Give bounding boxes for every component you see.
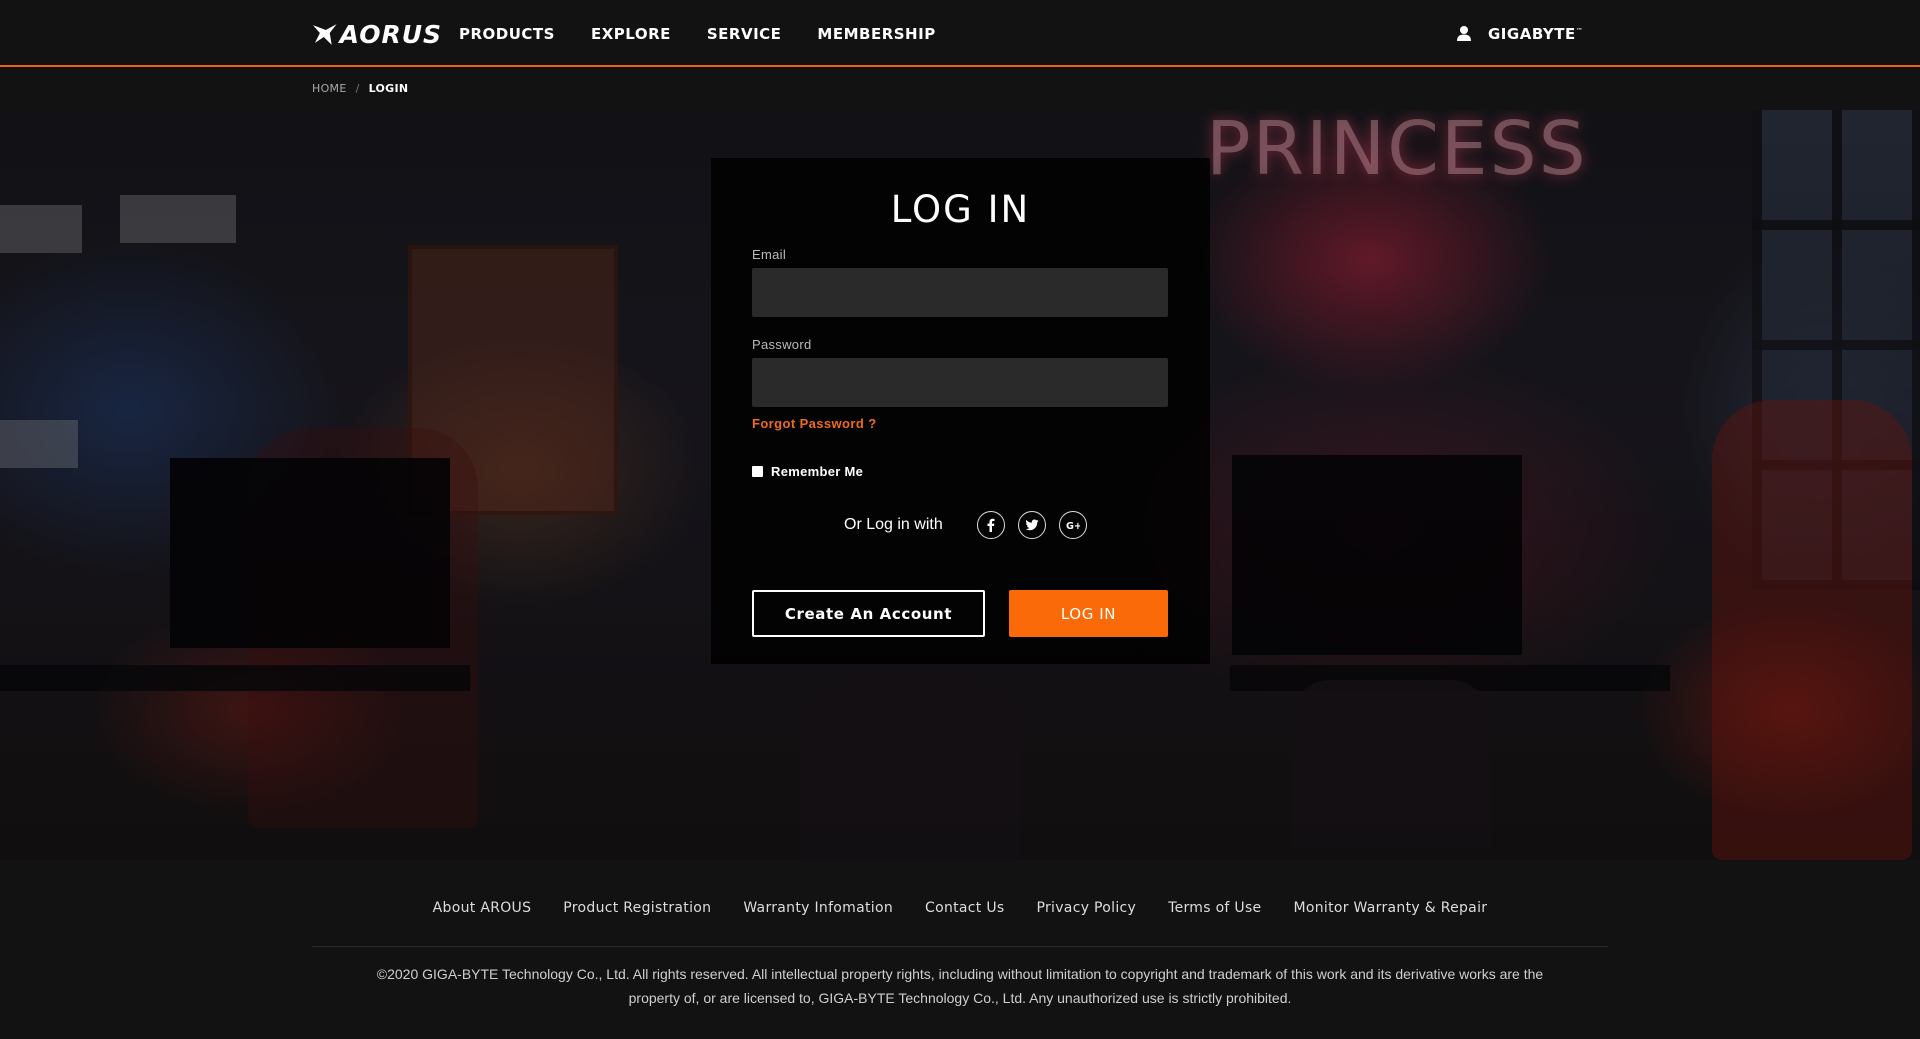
user-icon[interactable] [1456, 25, 1472, 42]
copyright-text: ©2020 GIGA-BYTE Technology Co., Ltd. All… [312, 962, 1608, 1010]
facebook-icon [987, 518, 995, 532]
social-login-label: Or Log in with [844, 516, 943, 533]
footer-link-warranty[interactable]: Warranty Infomation [743, 900, 893, 916]
facebook-login-button[interactable] [976, 511, 1005, 539]
breadcrumb-bar: HOME / LOGIN [0, 67, 1920, 110]
user-area: GIGABYTE™ [1456, 0, 1583, 67]
footer-link-terms[interactable]: Terms of Use [1168, 900, 1261, 916]
site-footer: About AROUS Product Registration Warrant… [0, 860, 1920, 1039]
breadcrumb-current: LOGIN [368, 82, 409, 95]
twitter-login-button[interactable] [1017, 511, 1046, 539]
main-nav: PRODUCTS EXPLORE SERVICE MEMBERSHIP [459, 0, 972, 67]
gigabyte-brand-text: GIGABYTE [1488, 24, 1576, 43]
trademark-mark: ™ [1575, 26, 1584, 35]
social-login: Or Log in with G+ [844, 511, 1100, 539]
copyright-line-1: ©2020 GIGA-BYTE Technology Co., Ltd. All… [376, 966, 1544, 982]
google-plus-login-button[interactable]: G+ [1058, 511, 1087, 539]
site-header: AORUS PRODUCTS EXPLORE SERVICE MEMBERSHI… [0, 0, 1920, 67]
breadcrumb: HOME / LOGIN [312, 82, 408, 95]
aorus-eagle-icon [312, 24, 337, 45]
footer-link-monitor-warranty[interactable]: Monitor Warranty & Repair [1293, 900, 1487, 916]
email-label: Email [752, 247, 787, 262]
footer-link-about[interactable]: About AROUS [433, 900, 532, 916]
create-account-button[interactable]: Create An Account [752, 590, 985, 637]
footer-link-privacy[interactable]: Privacy Policy [1036, 900, 1136, 916]
nav-membership[interactable]: MEMBERSHIP [817, 25, 935, 43]
password-label: Password [752, 337, 812, 352]
nav-service[interactable]: SERVICE [707, 25, 782, 43]
remember-me-label[interactable]: Remember Me [771, 464, 863, 479]
email-field[interactable] [752, 268, 1168, 317]
login-panel: LOG IN Email Password Forgot Password ? … [711, 158, 1210, 664]
remember-me[interactable]: Remember Me [752, 464, 863, 479]
breadcrumb-separator: / [355, 82, 360, 95]
aorus-logo[interactable]: AORUS [312, 18, 442, 50]
footer-divider [312, 946, 1608, 947]
logo-text: AORUS [339, 19, 442, 49]
footer-link-contact[interactable]: Contact Us [925, 900, 1004, 916]
remember-me-checkbox[interactable] [752, 466, 763, 477]
google-plus-icon: G+ [1066, 521, 1080, 532]
footer-link-product-registration[interactable]: Product Registration [563, 900, 711, 916]
footer-links: About AROUS Product Registration Warrant… [0, 900, 1920, 916]
forgot-password-link[interactable]: Forgot Password ? [752, 416, 877, 431]
login-button[interactable]: LOG IN [1009, 590, 1168, 637]
copyright-line-2: property of, or are licensed to, GIGA-BY… [628, 990, 1292, 1006]
gigabyte-logo[interactable]: GIGABYTE™ [1488, 25, 1583, 43]
nav-explore[interactable]: EXPLORE [591, 25, 671, 43]
nav-products[interactable]: PRODUCTS [459, 25, 555, 43]
login-title: LOG IN [890, 188, 1031, 231]
breadcrumb-home[interactable]: HOME [312, 82, 347, 95]
svg-text:G+: G+ [1066, 521, 1080, 532]
password-field[interactable] [752, 358, 1168, 407]
twitter-icon [1025, 519, 1039, 531]
